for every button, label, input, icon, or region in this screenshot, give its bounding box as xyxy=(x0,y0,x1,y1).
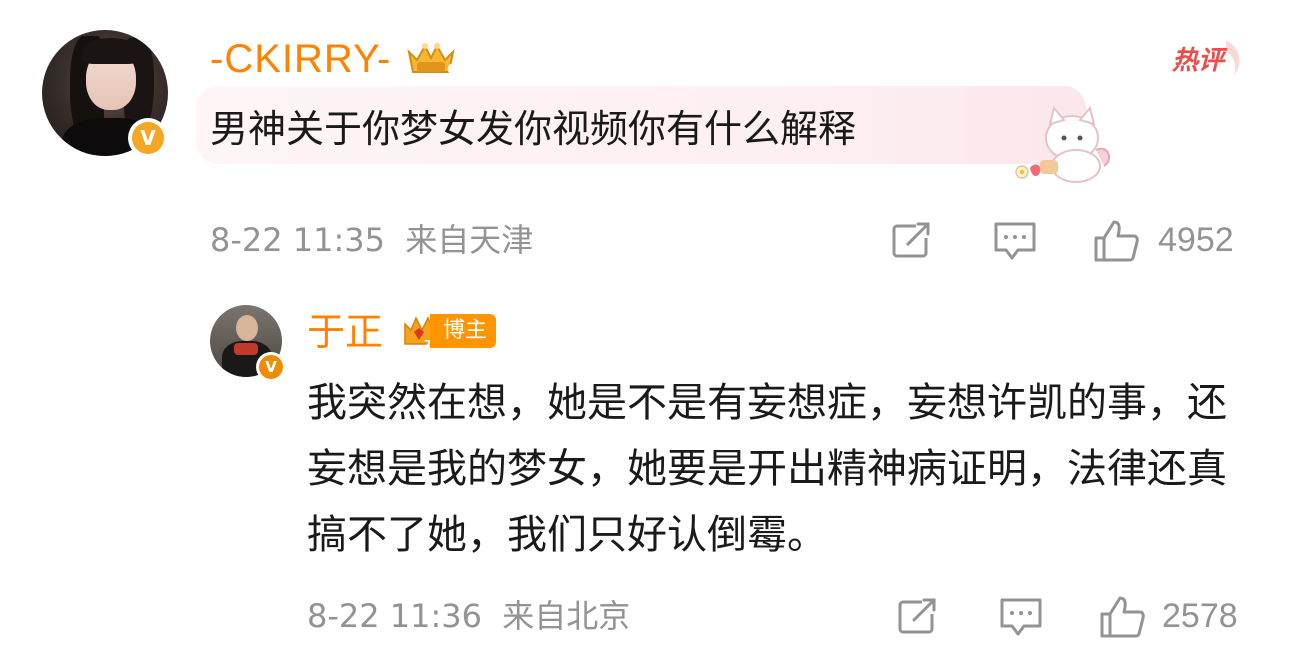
avatar-scarf xyxy=(234,343,258,355)
timestamp: 8-22 11:35 xyxy=(210,221,386,259)
blogger-badge: 博主 xyxy=(430,314,496,348)
avatar-bangs xyxy=(82,38,140,64)
level-number: 6 xyxy=(447,62,457,78)
like-count: 4952 xyxy=(1158,221,1234,259)
reply-text: 我突然在想，她是不是有妄想症，妄想许凯的事，还妄想是我的梦女，她要是开出精神病证… xyxy=(307,380,1227,558)
reply-username[interactable]: 于正 xyxy=(307,309,383,355)
comment-text: 男神关于你梦女发你视频你有什么解释 xyxy=(210,107,857,151)
username[interactable]: -CKIRRY- xyxy=(210,36,391,82)
reply-meta: 8-22 11:36 来自北京 xyxy=(307,596,630,636)
comment-icon[interactable] xyxy=(998,596,1044,638)
like-icon[interactable] xyxy=(1098,594,1146,640)
location: 来自天津 xyxy=(405,221,534,259)
verified-icon: V xyxy=(128,118,168,158)
hot-comment-icon: 热评 xyxy=(1168,38,1248,78)
share-icon[interactable] xyxy=(890,220,934,260)
avatar-head xyxy=(236,315,258,341)
crown-level-icon: 6 xyxy=(407,43,457,78)
timestamp: 8-22 11:36 xyxy=(307,597,483,635)
hot-comment-label: 热评 xyxy=(1172,46,1225,76)
verified-icon: V xyxy=(256,352,286,382)
comment-meta: 8-22 11:35 来自天津 xyxy=(210,220,533,260)
cat-sticker-icon xyxy=(1015,105,1111,183)
share-icon[interactable] xyxy=(896,596,940,636)
location: 来自北京 xyxy=(502,597,631,635)
comment-icon[interactable] xyxy=(992,220,1038,262)
like-count: 2578 xyxy=(1162,597,1238,635)
like-icon[interactable] xyxy=(1092,218,1140,264)
